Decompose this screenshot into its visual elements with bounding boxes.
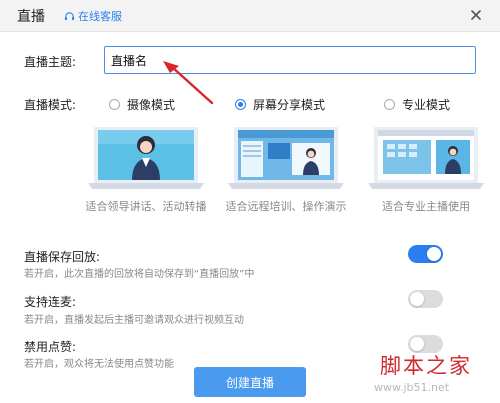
professional-mode-caption: 适合专业主播使用 [382,200,470,213]
screen-share-illustration[interactable] [228,123,344,191]
create-live-button[interactable]: 创建直播 [194,367,306,397]
topic-label: 直播主题: [24,55,77,69]
co-hosting-toggle[interactable] [408,290,443,308]
setting-desc-co-hosting: 若开启，直播发起后主播可邀请观众进行视频互动 [24,315,244,326]
radio-screen-share[interactable] [235,99,246,110]
watermark: 脚本之家 www.jb51.net [368,350,496,400]
camera-mode-caption: 适合领导讲话、活动转播 [85,200,207,213]
toggle-knob [410,292,424,306]
setting-desc-disable-likes: 若开启，观众将无法使用点赞功能 [24,359,174,370]
mode-label: 直播模式: [24,98,77,112]
mode-option-camera[interactable]: 摄像模式 [109,96,175,113]
professional-mode-illustration[interactable] [368,123,484,191]
headset-icon [64,11,75,20]
title-bar: 直播 在线客服 [0,0,500,32]
toggle-knob [410,337,424,351]
setting-title-disable-likes: 禁用点赞: [24,340,77,354]
radio-professional[interactable] [384,99,395,110]
camera-mode-illustration[interactable] [88,123,204,191]
toggle-knob [427,247,441,261]
close-icon[interactable] [468,7,484,23]
mode-label-professional: 专业模式 [402,98,451,112]
online-service-link[interactable]: 在线客服 [64,8,122,24]
save-replay-toggle[interactable] [408,245,443,263]
dialog-title: 直播 [17,9,45,25]
setting-title-co-hosting: 支持连麦: [24,295,77,309]
watermark-url: www.jb51.net [374,381,450,394]
setting-desc-save-replay: 若开启，此次直播的回放将自动保存到“直播回放”中 [24,269,255,280]
mode-label-camera: 摄像模式 [127,98,176,112]
radio-camera[interactable] [109,99,120,110]
screen-share-caption: 适合远程培训、操作演示 [225,200,347,213]
mode-option-screen-share[interactable]: 屏幕分享模式 [235,96,325,113]
mode-option-professional[interactable]: 专业模式 [384,96,450,113]
mode-label-screen-share: 屏幕分享模式 [253,98,326,112]
setting-title-save-replay: 直播保存回放: [24,250,101,264]
online-service-label: 在线客服 [78,10,122,23]
watermark-title: 脚本之家 [380,354,472,378]
